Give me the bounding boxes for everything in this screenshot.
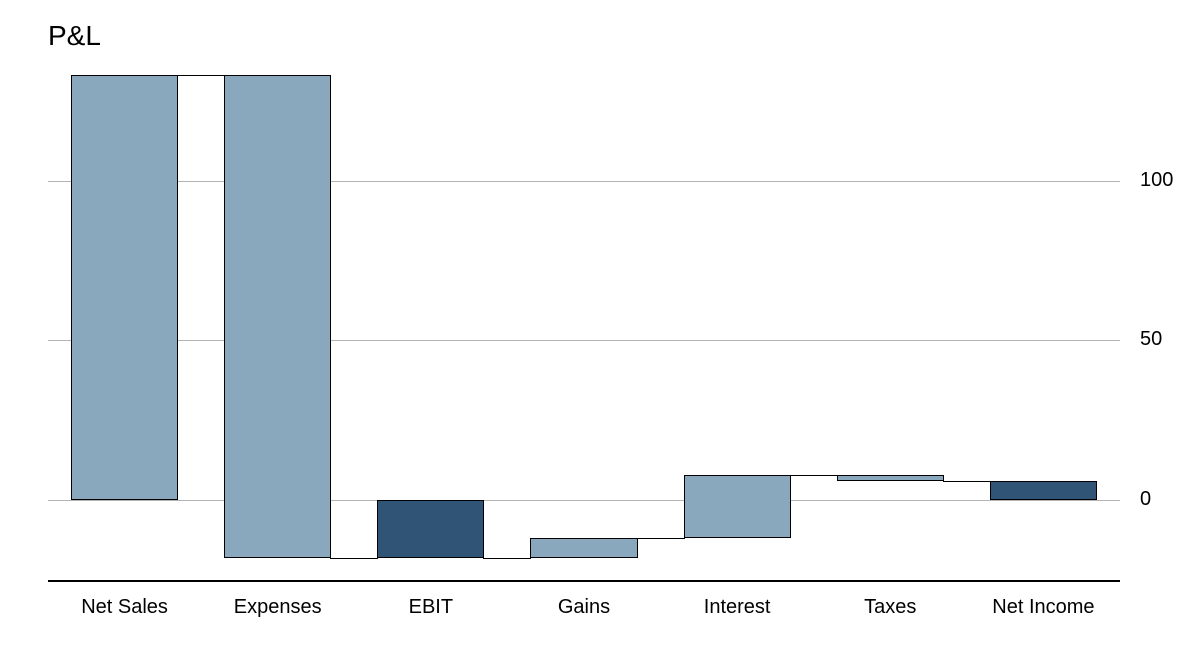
gridline — [48, 340, 1120, 341]
bar-interest — [684, 475, 791, 539]
connector — [637, 538, 685, 539]
bar-taxes — [837, 475, 944, 481]
x-tick-label: Gains — [558, 596, 610, 619]
gridline — [48, 181, 1120, 182]
x-tick-label: EBIT — [409, 596, 453, 619]
x-tick-label: Net Income — [992, 596, 1094, 619]
x-tick-label: Interest — [704, 596, 771, 619]
connector — [943, 481, 991, 482]
y-tick-label: 0 — [1140, 488, 1151, 511]
x-axis-line — [48, 580, 1120, 582]
pnl-waterfall-chart: P&L 0 50 100 Net Sales Expenses EBIT Gains Int… — [0, 0, 1204, 666]
plot-area — [48, 72, 1120, 580]
x-tick-label: Taxes — [864, 596, 916, 619]
bar-net-income — [990, 481, 1097, 500]
bar-ebit — [377, 500, 484, 558]
y-tick-label: 100 — [1140, 169, 1173, 192]
chart-title: P&L — [48, 20, 101, 52]
connector — [330, 558, 378, 559]
bar-gains — [530, 538, 637, 557]
gridline — [48, 500, 1120, 501]
connector — [483, 558, 531, 559]
connector — [790, 475, 838, 476]
x-tick-label: Net Sales — [81, 596, 168, 619]
x-tick-label: Expenses — [234, 596, 322, 619]
connector — [177, 75, 225, 76]
bar-net-sales — [71, 75, 178, 500]
y-tick-label: 50 — [1140, 328, 1162, 351]
bar-expenses — [224, 75, 331, 557]
